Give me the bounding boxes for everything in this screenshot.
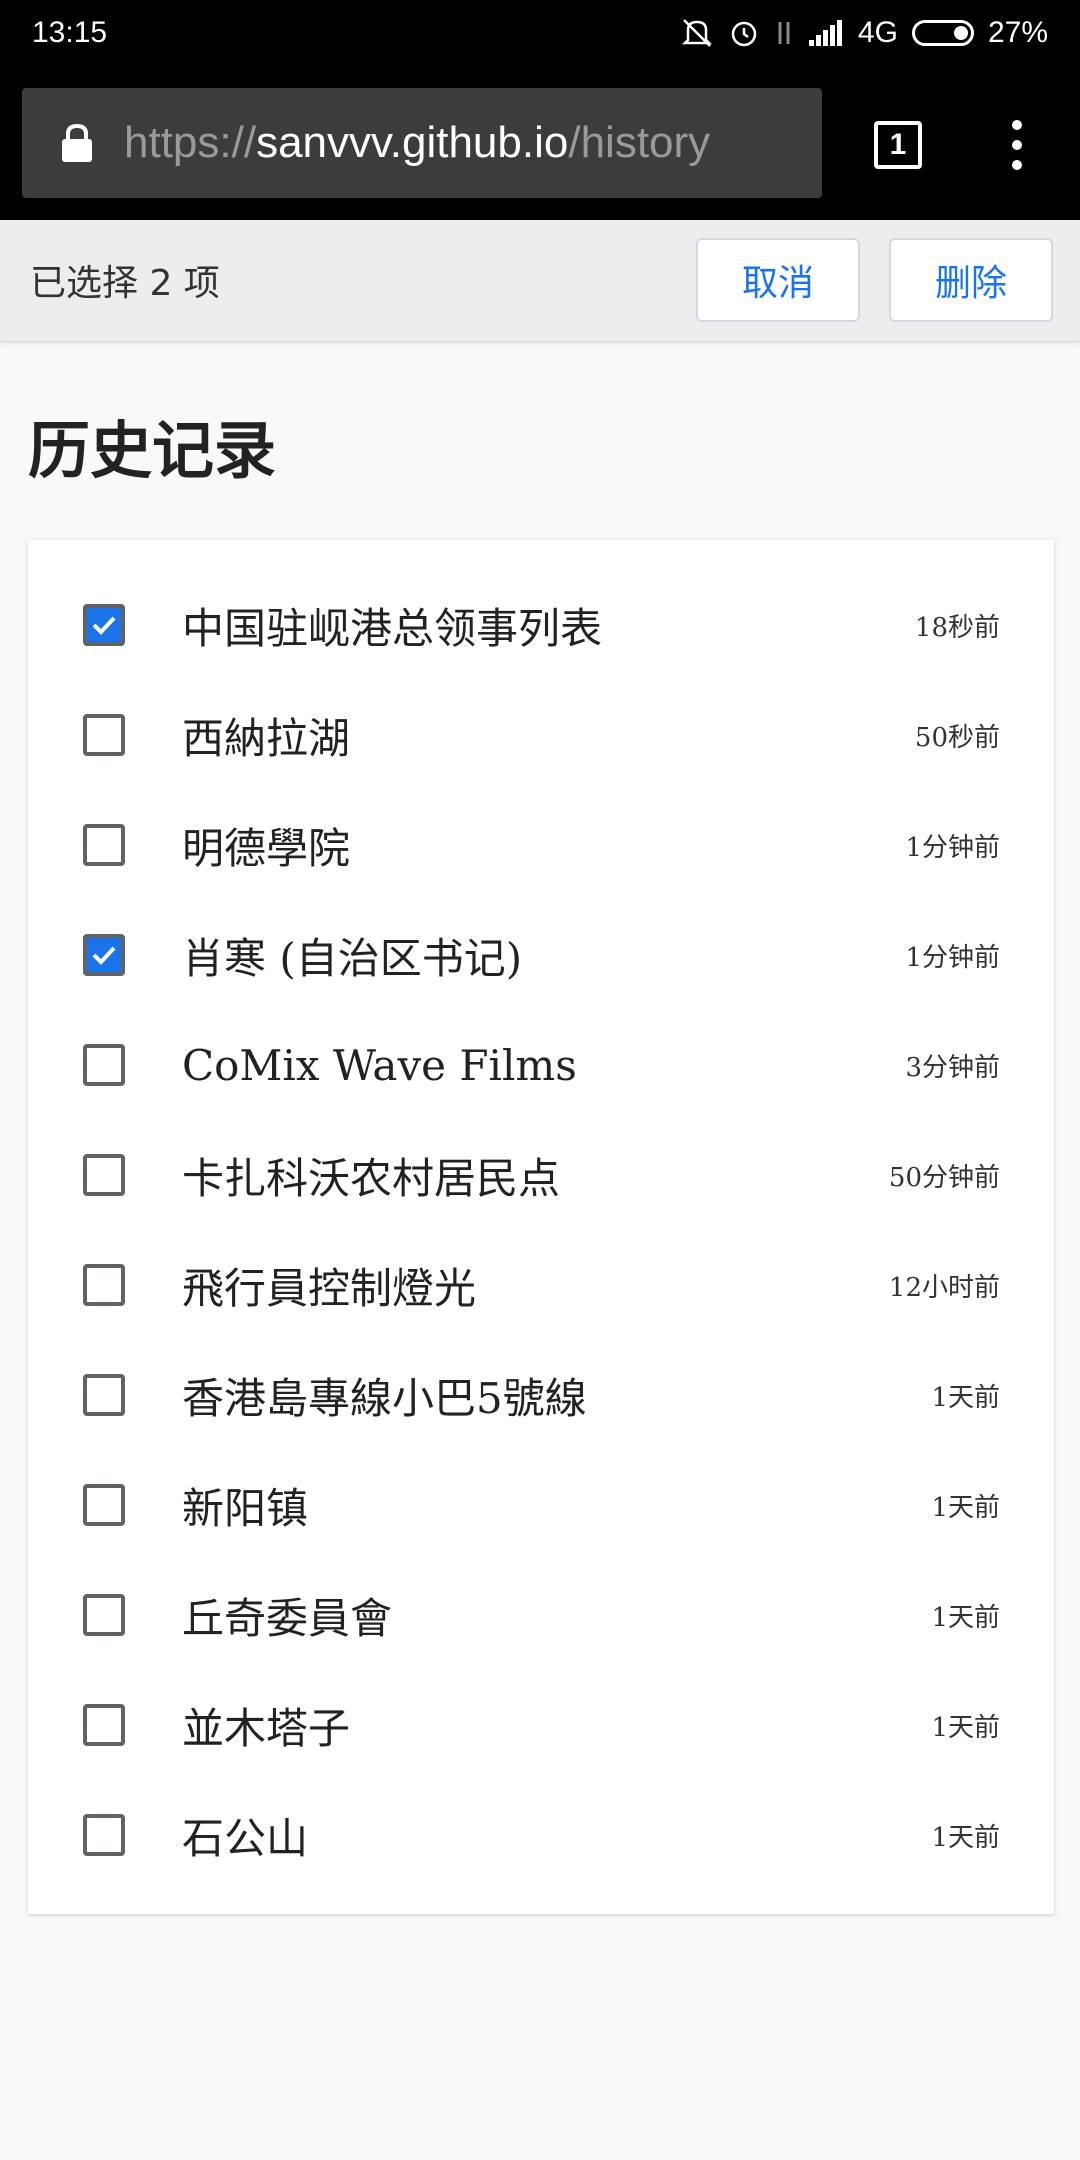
tab-switcher-button[interactable]: 1 [874,121,922,169]
history-item-checkbox[interactable] [83,824,125,866]
history-item-title[interactable]: 明德學院 [182,815,350,876]
history-item[interactable]: 西納拉湖 50秒前 [28,680,1054,790]
selection-toolbar: 已选择 2 项 取消 删除 [0,220,1080,342]
history-list: 中国驻岘港总领事列表 18秒前 西納拉湖 50秒前 明德學院 1分钟前 肖寒 (自治区书记)… [28,540,1054,1914]
history-item[interactable]: 飛行員控制燈光 12小时前 [28,1230,1054,1340]
history-item[interactable]: 中国驻岘港总领事列表 18秒前 [28,570,1054,680]
cancel-button[interactable]: 取消 [696,238,860,322]
history-item-title[interactable]: 肖寒 (自治区书记) [182,925,522,986]
overflow-menu-icon[interactable] [1000,120,1034,170]
history-item-time: 50秒前 [914,722,1000,753]
history-item-checkbox[interactable] [83,1154,125,1196]
status-icons: 4G 27% [680,16,1048,50]
history-item-time: 3分钟前 [905,1052,1000,1083]
history-item-time: 50分钟前 [888,1162,1000,1193]
history-item-time: 1天前 [931,1712,1000,1743]
battery-percent: 27% [987,16,1048,49]
history-item-checkbox[interactable] [83,1374,125,1416]
history-item-time: 1天前 [931,1602,1000,1633]
history-item-checkbox[interactable] [83,604,125,646]
status-bar: 13:15 4G 27% [0,0,1080,66]
history-item-checkbox[interactable] [83,1594,125,1636]
history-item-checkbox[interactable] [83,1264,125,1306]
data-arrows-icon [774,18,794,48]
history-item-title[interactable]: 香港島專線小巴5號線 [182,1365,587,1426]
history-item-title[interactable]: 卡扎科沃农村居民点 [182,1145,560,1206]
battery-icon [911,20,974,46]
status-time: 13:15 [32,16,108,49]
page-title: 历史记录 [28,414,277,487]
lock-icon [60,123,94,163]
history-item[interactable]: 明德學院 1分钟前 [28,790,1054,900]
delete-button[interactable]: 删除 [889,238,1053,322]
history-item-time: 12小时前 [888,1272,1000,1303]
history-item[interactable]: 石公山 1天前 [28,1780,1054,1890]
history-item-title[interactable]: 石公山 [182,1805,308,1866]
history-item[interactable]: 香港島專線小巴5號線 1天前 [28,1340,1054,1450]
browser-toolbar: https://sanvvv.github.io/history 1 [0,66,1080,220]
menu-dot [1012,160,1022,170]
history-item-title[interactable]: 並木塔子 [182,1695,350,1756]
history-item-time: 1天前 [931,1822,1000,1853]
checkmark-icon [92,616,116,635]
history-item-checkbox[interactable] [83,1484,125,1526]
history-item[interactable]: 新阳镇 1天前 [28,1450,1054,1560]
history-item-title[interactable]: 西納拉湖 [182,705,350,766]
history-item-time: 1分钟前 [905,942,1000,973]
history-item-title[interactable]: 中国驻岘港总领事列表 [182,595,602,656]
history-item-title[interactable]: CoMix Wave Films [182,1041,577,1090]
history-item-checkbox[interactable] [83,1044,125,1086]
history-item-checkbox[interactable] [83,1814,125,1856]
history-item-time: 1天前 [931,1382,1000,1413]
menu-dot [1012,120,1022,130]
url-scheme: https:// [124,118,257,167]
url-host: sanvvv.github.io [256,118,569,167]
history-item-title[interactable]: 飛行員控制燈光 [182,1255,476,1316]
menu-dot [1012,140,1022,150]
address-bar[interactable]: https://sanvvv.github.io/history [22,88,822,198]
history-item-checkbox[interactable] [83,714,125,756]
signal-icon [808,18,844,48]
history-item[interactable]: 卡扎科沃农村居民点 50分钟前 [28,1120,1054,1230]
network-type: 4G [857,16,898,49]
history-item-title[interactable]: 新阳镇 [182,1475,308,1536]
selection-count: 已选择 2 项 [30,263,220,304]
history-item-time: 18秒前 [914,612,1000,643]
history-item[interactable]: 肖寒 (自治区书记) 1分钟前 [28,900,1054,1010]
history-item-time: 1分钟前 [905,832,1000,863]
history-item-time: 1天前 [931,1492,1000,1523]
history-item[interactable]: CoMix Wave Films 3分钟前 [28,1010,1054,1120]
checkmark-icon [92,946,116,965]
history-item[interactable]: 並木塔子 1天前 [28,1670,1054,1780]
history-item-checkbox[interactable] [83,1704,125,1746]
url-path: /history [568,118,711,167]
history-item[interactable]: 丘奇委員會 1天前 [28,1560,1054,1670]
alarm-icon [728,17,760,49]
history-item-checkbox[interactable] [83,934,125,976]
url-text: https://sanvvv.github.io/history [124,118,710,168]
mute-icon [680,16,714,50]
history-item-title[interactable]: 丘奇委員會 [182,1585,392,1646]
